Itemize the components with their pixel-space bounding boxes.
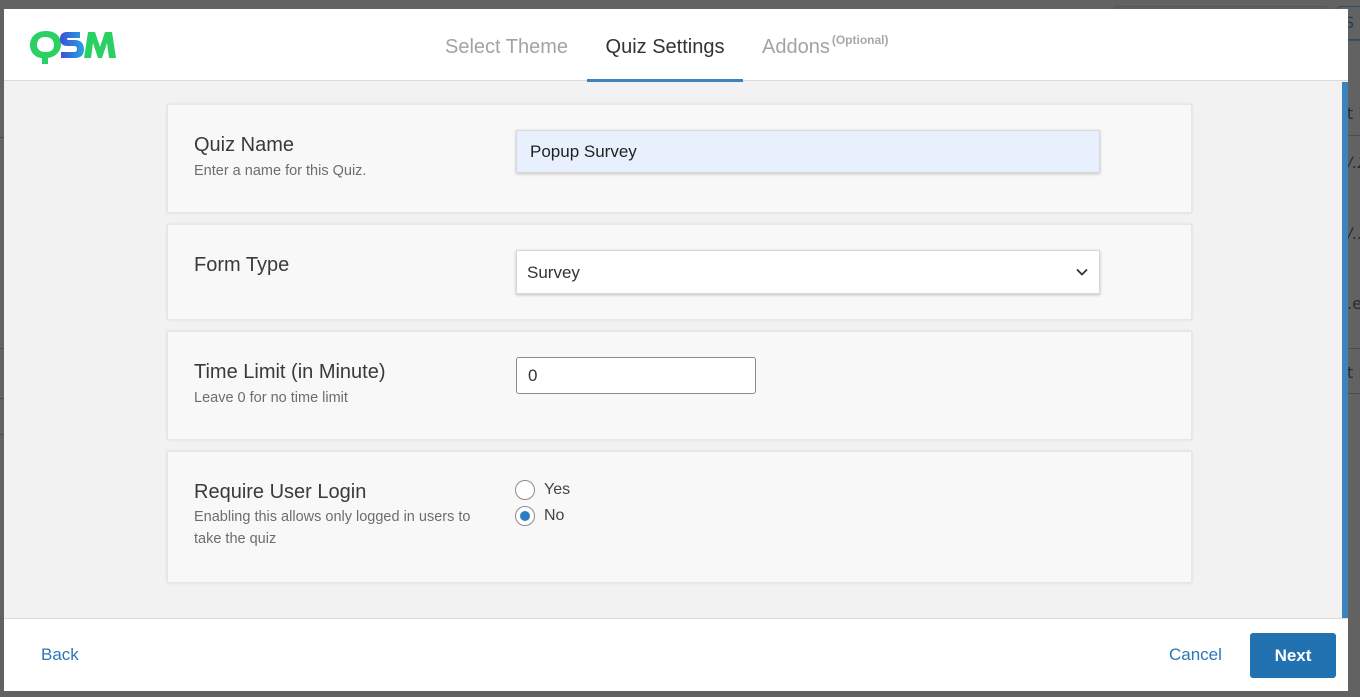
time-limit-description: Leave 0 for no time limit (194, 390, 348, 406)
radio-label: Yes (544, 481, 571, 498)
time-limit-label: Time Limit (in Minute) (194, 361, 386, 383)
scrollbar[interactable] (1342, 82, 1348, 618)
optional-badge: (Optional) (831, 33, 889, 47)
tab-select-theme[interactable]: Select Theme (445, 9, 568, 81)
background-divider (1348, 40, 1360, 41)
form-type-label: Form Type (194, 254, 290, 276)
tab-label: Addons (762, 36, 830, 58)
tab-quiz-settings[interactable]: Quiz Settings (587, 9, 743, 82)
background-text: /..1 (1347, 224, 1360, 243)
quiz-wizard-modal: Select Theme Quiz Settings Addons (Option… (4, 9, 1348, 691)
require-login-option-yes[interactable]: Yes (515, 479, 570, 501)
background-text: /.2 (1347, 153, 1360, 172)
form-type-selected: Survey (527, 263, 580, 282)
tab-label: Select Theme (445, 36, 569, 58)
radio-button[interactable] (515, 480, 535, 500)
background-divider (1348, 348, 1360, 349)
time-limit-card: Time Limit (in Minute) Leave 0 for no ti… (167, 331, 1192, 440)
tab-label: Quiz Settings (605, 36, 725, 58)
next-button[interactable]: Next (1250, 633, 1336, 678)
modal-header: Select Theme Quiz Settings Addons (Option… (4, 9, 1348, 82)
require-login-label: Require User Login (194, 481, 367, 503)
quiz-name-value: Popup Survey (530, 142, 637, 161)
modal-footer: Back Cancel Next (4, 618, 1348, 691)
wizard-tabs: Select Theme Quiz Settings Addons (Option… (4, 9, 1348, 82)
require-login-description: Enabling this allows only logged in user… (194, 509, 471, 547)
require-login-option-no[interactable]: No (515, 505, 564, 527)
background-text: t I (1347, 104, 1360, 123)
quiz-name-description: Enter a name for this Quiz. (194, 163, 367, 179)
radio-label: No (544, 507, 565, 524)
chevron-down-icon (1076, 268, 1088, 276)
time-limit-input[interactable]: 0 (516, 357, 756, 394)
quiz-name-card: Quiz Name Enter a name for this Quiz. Po… (167, 104, 1192, 213)
background-text: .e. (1347, 294, 1360, 313)
time-limit-value: 0 (528, 366, 538, 385)
modal-body: Quiz Name Enter a name for this Quiz. Po… (4, 82, 1342, 618)
quiz-name-label: Quiz Name (194, 134, 295, 156)
background-text: t I (1347, 363, 1360, 382)
form-type-card: Form Type Survey (167, 224, 1192, 320)
tab-addons[interactable]: Addons (Optional) (762, 9, 889, 81)
radio-button[interactable] (515, 506, 535, 526)
back-button[interactable]: Back (41, 645, 79, 665)
cancel-button[interactable]: Cancel (1169, 645, 1222, 665)
background-divider (1348, 135, 1360, 136)
form-type-select[interactable]: Survey (516, 250, 1100, 294)
quiz-name-input[interactable]: Popup Survey (516, 130, 1100, 173)
require-login-card: Require User Login Enabling this allows … (167, 451, 1192, 583)
background-divider (1348, 393, 1360, 394)
